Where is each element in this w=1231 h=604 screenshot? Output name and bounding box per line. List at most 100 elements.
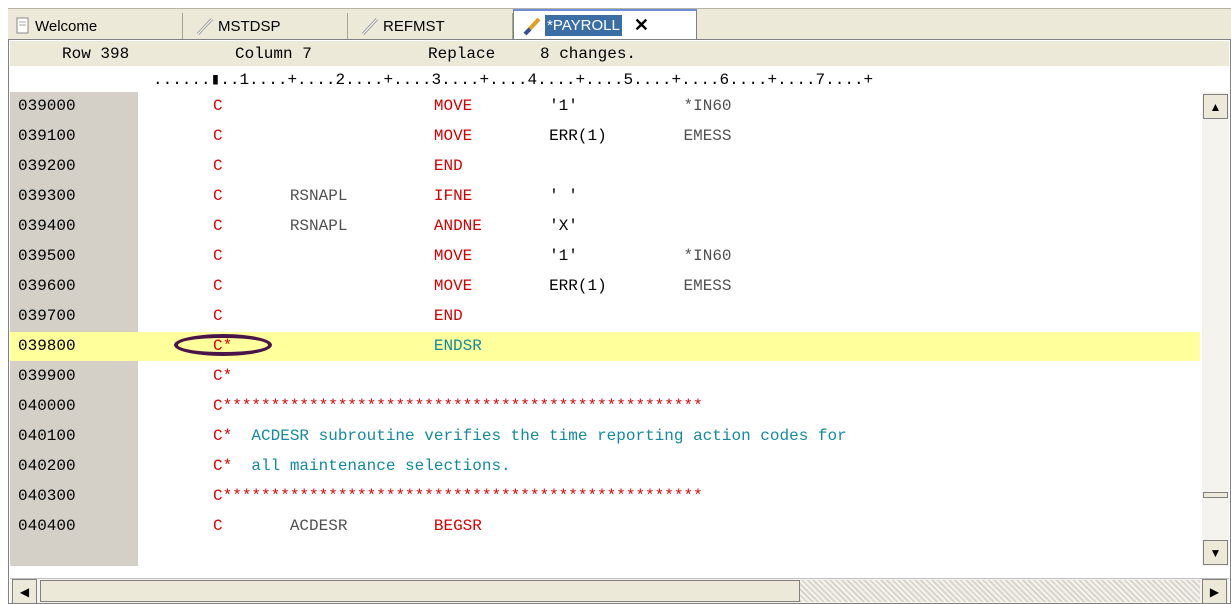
source-line[interactable]: 039300 C RSNAPL IFNE ' ' bbox=[10, 182, 1200, 211]
comment-text: ****************************************… bbox=[222, 487, 703, 505]
pencil-icon bbox=[522, 16, 542, 36]
factor1: RSNAPL bbox=[289, 187, 348, 205]
source-line[interactable]: 039700 C END bbox=[10, 302, 1200, 331]
source-line[interactable]: 040300 C*********************************… bbox=[10, 482, 1200, 511]
source-text: C MOVE ERR(1) EMESS bbox=[213, 127, 732, 145]
source-line[interactable]: 039000 C MOVE '1' *IN60 bbox=[10, 92, 1200, 121]
source-text: C RSNAPL IFNE ' ' bbox=[213, 187, 684, 205]
comment-text: ACDESR subroutine verifies the time repo… bbox=[232, 427, 847, 445]
source-line[interactable]: 039500 C MOVE '1' *IN60 bbox=[10, 242, 1200, 271]
sequence-number: 039100 bbox=[18, 127, 76, 145]
source-text: C***************************************… bbox=[213, 397, 703, 415]
source-line[interactable]: 039900 C* bbox=[10, 362, 1200, 391]
source-text: C MOVE '1' *IN60 bbox=[213, 97, 732, 115]
factor2: '1' bbox=[549, 247, 578, 265]
opcode: MOVE bbox=[433, 277, 473, 295]
opcode: ENDSR bbox=[433, 337, 482, 355]
pencil-icon bbox=[195, 16, 215, 36]
spec-type: C bbox=[213, 277, 223, 295]
spec-type: C bbox=[213, 487, 223, 505]
source-line[interactable]: 039100 C MOVE ERR(1) EMESS bbox=[10, 122, 1200, 151]
sequence-number: 039500 bbox=[18, 247, 76, 265]
tab-label: MSTDSP bbox=[218, 17, 281, 35]
scroll-up-icon[interactable]: ▲ bbox=[1203, 94, 1228, 119]
tab-payroll[interactable]: *PAYROLL ✕ bbox=[513, 9, 697, 40]
opcode: MOVE bbox=[433, 247, 473, 265]
result-field: *IN60 bbox=[683, 97, 732, 115]
spec-type: C bbox=[213, 187, 223, 205]
spec-type: C bbox=[213, 127, 223, 145]
column-indicator: Column 7 bbox=[235, 45, 312, 63]
source-line[interactable]: 040200 C* all maintenance selections. bbox=[10, 452, 1200, 481]
spec-type: C bbox=[213, 97, 223, 115]
source-text: C MOVE '1' *IN60 bbox=[213, 247, 732, 265]
source-line[interactable]: 039400 C RSNAPL ANDNE 'X' bbox=[10, 212, 1200, 241]
factor2: ' ' bbox=[549, 187, 578, 205]
tab-bar: Welcome MSTDSP REFMST *PAYROLL ✕ bbox=[8, 8, 1231, 40]
changes-indicator: 8 changes. bbox=[540, 45, 637, 63]
source-lines[interactable]: 039000 C MOVE '1' *IN60 039100 C MOVE ERR(1… bbox=[10, 92, 1200, 566]
source-line[interactable]: 039800 C* ENDSR bbox=[10, 332, 1200, 361]
tab-mstdsp[interactable]: MSTDSP bbox=[183, 13, 348, 39]
vertical-scrollbar[interactable]: ▲ ▼ bbox=[1202, 92, 1229, 566]
sequence-number: 039300 bbox=[18, 187, 76, 205]
spec-type: C* bbox=[213, 427, 233, 445]
mode-indicator: Replace bbox=[428, 45, 496, 63]
sequence-number: 039000 bbox=[18, 97, 76, 115]
document-icon bbox=[12, 16, 32, 36]
spec-type: C bbox=[213, 157, 223, 175]
opcode: END bbox=[433, 307, 463, 325]
opcode: MOVE bbox=[433, 127, 473, 145]
sequence-number: 039600 bbox=[18, 277, 76, 295]
source-text: C* all maintenance selections. bbox=[213, 457, 511, 475]
tab-welcome[interactable]: Welcome bbox=[8, 13, 183, 39]
row-indicator: Row 398 bbox=[62, 45, 130, 63]
scroll-left-icon[interactable]: ◀ bbox=[12, 579, 37, 604]
ruler-text: ......▮..1....+....2....+....3....+....4… bbox=[153, 71, 874, 89]
sequence-number: 040000 bbox=[18, 397, 76, 415]
comment-text: ****************************************… bbox=[222, 397, 703, 415]
source-text: C RSNAPL ANDNE 'X' bbox=[213, 217, 684, 235]
source-line[interactable]: 040400 C ACDESR BEGSR bbox=[10, 512, 1200, 541]
spec-type: C bbox=[213, 217, 223, 235]
result-field: *IN60 bbox=[683, 247, 732, 265]
sequence-number: 039400 bbox=[18, 217, 76, 235]
spec-type: C bbox=[213, 307, 223, 325]
factor2: '1' bbox=[549, 97, 578, 115]
editor-window: Welcome MSTDSP REFMST *PAYROLL ✕ Row 398… bbox=[8, 8, 1231, 604]
source-text: C MOVE ERR(1) EMESS bbox=[213, 277, 732, 295]
spec-type: C bbox=[213, 247, 223, 265]
opcode: IFNE bbox=[433, 187, 473, 205]
opcode: ANDNE bbox=[433, 217, 482, 235]
spec-type: C* bbox=[213, 367, 233, 385]
source-line[interactable]: 040000 C*********************************… bbox=[10, 392, 1200, 421]
factor2: 'X' bbox=[549, 217, 578, 235]
vertical-scroll-thumb[interactable] bbox=[1203, 492, 1228, 498]
sequence-number: 040400 bbox=[18, 517, 76, 535]
source-text: C END bbox=[213, 157, 684, 175]
close-icon[interactable]: ✕ bbox=[634, 15, 649, 36]
tab-refmst[interactable]: REFMST bbox=[348, 13, 513, 39]
comment-text: all maintenance selections. bbox=[232, 457, 511, 475]
tab-label: Welcome bbox=[35, 17, 98, 35]
source-line[interactable]: 039200 C END bbox=[10, 152, 1200, 181]
spec-type: C bbox=[213, 397, 223, 415]
source-line[interactable]: 040100 C* ACDESR subroutine verifies the … bbox=[10, 422, 1200, 451]
source-line[interactable]: 039600 C MOVE ERR(1) EMESS bbox=[10, 272, 1200, 301]
sequence-number: 040300 bbox=[18, 487, 76, 505]
sequence-number: 039900 bbox=[18, 367, 76, 385]
spec-type: C* bbox=[213, 457, 233, 475]
sequence-number: 039200 bbox=[18, 157, 76, 175]
opcode: END bbox=[433, 157, 463, 175]
source-editor[interactable]: Row 398 Column 7 Replace 8 changes. ....… bbox=[8, 39, 1231, 604]
status-line: Row 398 Column 7 Replace 8 changes. bbox=[10, 41, 1229, 67]
horizontal-scrollbar[interactable]: ◀ ▶ bbox=[10, 578, 1229, 604]
pencil-icon bbox=[360, 16, 380, 36]
annotation-circle bbox=[174, 334, 272, 356]
column-ruler: ......▮..1....+....2....+....3....+....4… bbox=[10, 66, 1229, 92]
factor2: ERR(1) bbox=[549, 127, 607, 145]
horizontal-scroll-thumb[interactable] bbox=[40, 580, 800, 602]
scroll-down-icon[interactable]: ▼ bbox=[1203, 540, 1228, 565]
scroll-right-icon[interactable]: ▶ bbox=[1202, 579, 1227, 604]
source-text: C***************************************… bbox=[213, 487, 703, 505]
